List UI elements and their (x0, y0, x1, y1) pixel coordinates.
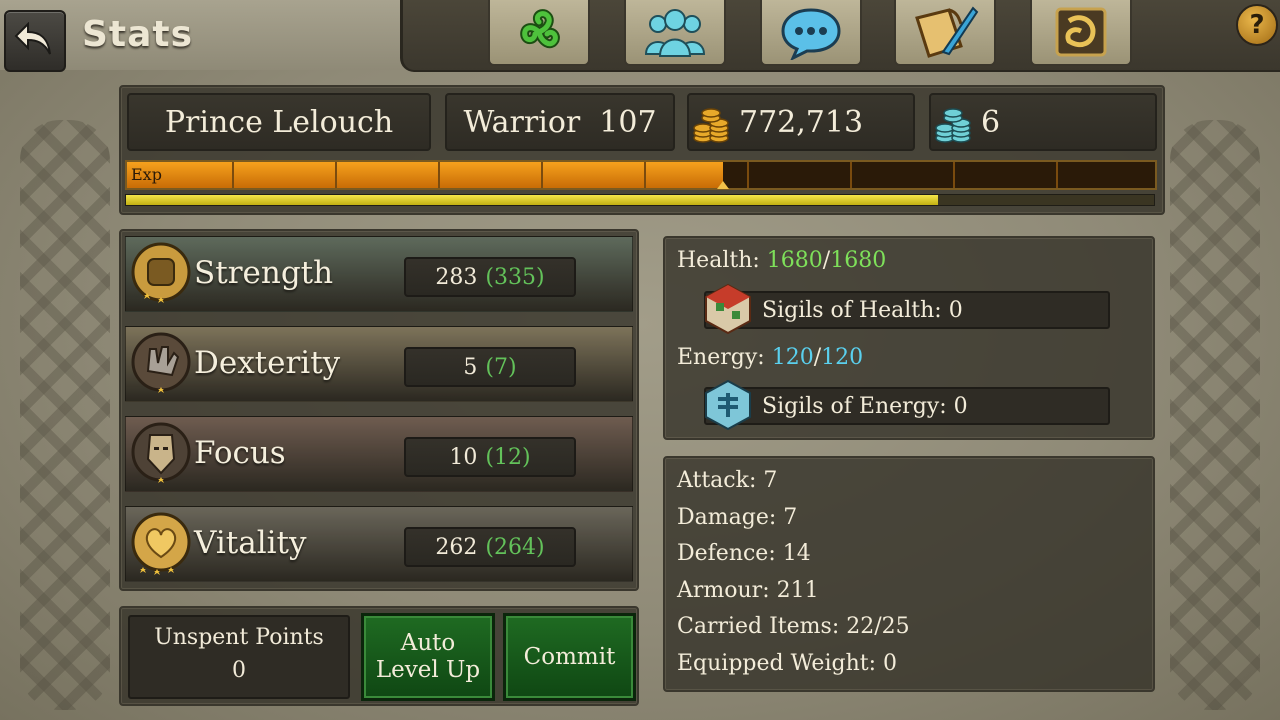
guild-shield-icon (1055, 7, 1107, 57)
nav-button-skills[interactable] (488, 0, 590, 66)
health-label: Health: (677, 248, 760, 273)
stat-base-value: 262 (435, 534, 478, 560)
auto-level-up-button[interactable]: Auto Level Up (361, 613, 495, 701)
unspent-points-label: Unspent Points (154, 625, 324, 650)
triskele-icon (520, 9, 560, 49)
strength-gauntlet-icon (131, 242, 191, 303)
detail-carried-items: Carried Items: 22/25 (677, 614, 910, 640)
exp-label: Exp (131, 165, 162, 184)
stat-value-box: 10 (12) (404, 437, 576, 477)
stat-base-value: 5 (463, 354, 478, 380)
nav-button-chat[interactable] (760, 0, 862, 66)
character-name: Prince Lelouch (164, 104, 394, 140)
back-arrow-icon (14, 22, 51, 55)
exp-progress-marker (717, 181, 730, 189)
stat-row-vitality[interactable]: Vitality 262 (264) (125, 506, 633, 582)
stat-name: Dexterity (194, 345, 341, 381)
stat-total-value: (264) (485, 534, 545, 560)
help-button[interactable]: ? (1236, 4, 1278, 46)
quest-scroll-icon (915, 6, 979, 58)
detail-armour: Armour: 211 (677, 577, 819, 603)
stat-base-value: 283 (435, 264, 478, 290)
gold-coins-icon (693, 108, 729, 143)
stat-row-focus[interactable]: Focus 10 (12) (125, 416, 633, 492)
sigils-of-health-box: Sigils of Health: 0 (704, 283, 1110, 335)
sigils-of-energy-box: Sigils of Energy: 0 (704, 379, 1110, 431)
stat-value-box: 283 (335) (404, 257, 576, 297)
sub-progress-fill (126, 195, 939, 205)
energy-label: Energy: (677, 345, 765, 370)
class-level: Warrior 107 (463, 104, 657, 140)
chat-bubble-icon (781, 8, 841, 60)
exp-segment-divider (438, 162, 440, 188)
nav-button-guild[interactable] (1030, 0, 1132, 66)
stat-total-value: (7) (485, 354, 517, 380)
stat-value-box: 262 (264) (404, 527, 576, 567)
gold-amount: 772,713 (739, 104, 864, 140)
energy-current: 120 (771, 345, 814, 370)
commit-label: Commit (523, 643, 616, 670)
gems-amount: 6 (981, 104, 1001, 140)
vitality-heart-icon (131, 512, 191, 575)
exp-segment-divider (232, 162, 234, 188)
stat-value-box: 5 (7) (404, 347, 576, 387)
energy-separator: / (813, 345, 822, 370)
energy-max: 120 (821, 345, 864, 370)
auto-level-up-label-line1: Auto (400, 630, 456, 656)
health-line: Health: 1680/1680 (677, 248, 886, 273)
energy-sigil-icon (705, 379, 751, 431)
stat-name: Focus (194, 435, 286, 471)
unspent-points-value: 0 (232, 658, 246, 683)
character-name-box: Prince Lelouch (127, 93, 431, 151)
nav-button-quests[interactable] (894, 0, 996, 66)
gem-coins-icon (935, 108, 971, 143)
right-celtic-knot-decoration (1170, 120, 1260, 710)
commit-button[interactable]: Commit (503, 613, 636, 701)
energy-line: Energy: 120/120 (677, 345, 863, 370)
sigils-of-energy-label: Sigils of Energy: 0 (762, 394, 968, 419)
party-icon (644, 9, 706, 57)
stat-name: Vitality (194, 525, 307, 561)
exp-segment-divider (541, 162, 543, 188)
dexterity-gauntlet-icon (131, 332, 191, 393)
exp-bar: Exp (125, 160, 1157, 190)
left-celtic-knot-decoration (20, 120, 110, 710)
unspent-points-box: Unspent Points 0 (128, 615, 350, 699)
exp-segment-divider (850, 162, 852, 188)
detail-damage: Damage: 7 (677, 504, 798, 530)
back-button[interactable] (4, 10, 66, 72)
gems-box: 6 (929, 93, 1157, 151)
stat-row-strength[interactable]: Strength 283 (335) (125, 236, 633, 312)
stat-total-value: (335) (485, 264, 545, 290)
health-current: 1680 (766, 248, 823, 273)
exp-segment-divider (644, 162, 646, 188)
stat-name: Strength (194, 255, 334, 291)
auto-level-up-label-line2: Level Up (375, 657, 481, 683)
health-sigil-icon (705, 283, 751, 335)
nav-button-party[interactable] (624, 0, 726, 66)
exp-segment-divider (747, 162, 749, 188)
top-bar: Stats ? (0, 0, 1280, 72)
stat-total-value: (12) (485, 444, 531, 470)
sigils-of-health-label: Sigils of Health: 0 (762, 298, 963, 323)
sub-progress-bar (125, 194, 1155, 206)
class-level-box: Warrior 107 (445, 93, 675, 151)
exp-segment-divider (335, 162, 337, 188)
detail-attack: Attack: 7 (677, 468, 778, 493)
exp-segment-divider (953, 162, 955, 188)
detail-equipped-weight: Equipped Weight: 0 (677, 650, 897, 676)
exp-segment-divider (1056, 162, 1058, 188)
health-max: 1680 (830, 248, 887, 273)
stat-row-dexterity[interactable]: Dexterity 5 (7) (125, 326, 633, 402)
exp-bar-fill (127, 162, 724, 188)
combat-details-list: Attack: 7 Damage: 7 Defence: 14 Armour: … (677, 468, 910, 688)
focus-mask-icon (131, 422, 191, 483)
gold-box: 772,713 (687, 93, 915, 151)
stat-base-value: 10 (449, 444, 478, 470)
page-title: Stats (82, 14, 194, 55)
detail-defence: Defence: 14 (677, 541, 811, 567)
